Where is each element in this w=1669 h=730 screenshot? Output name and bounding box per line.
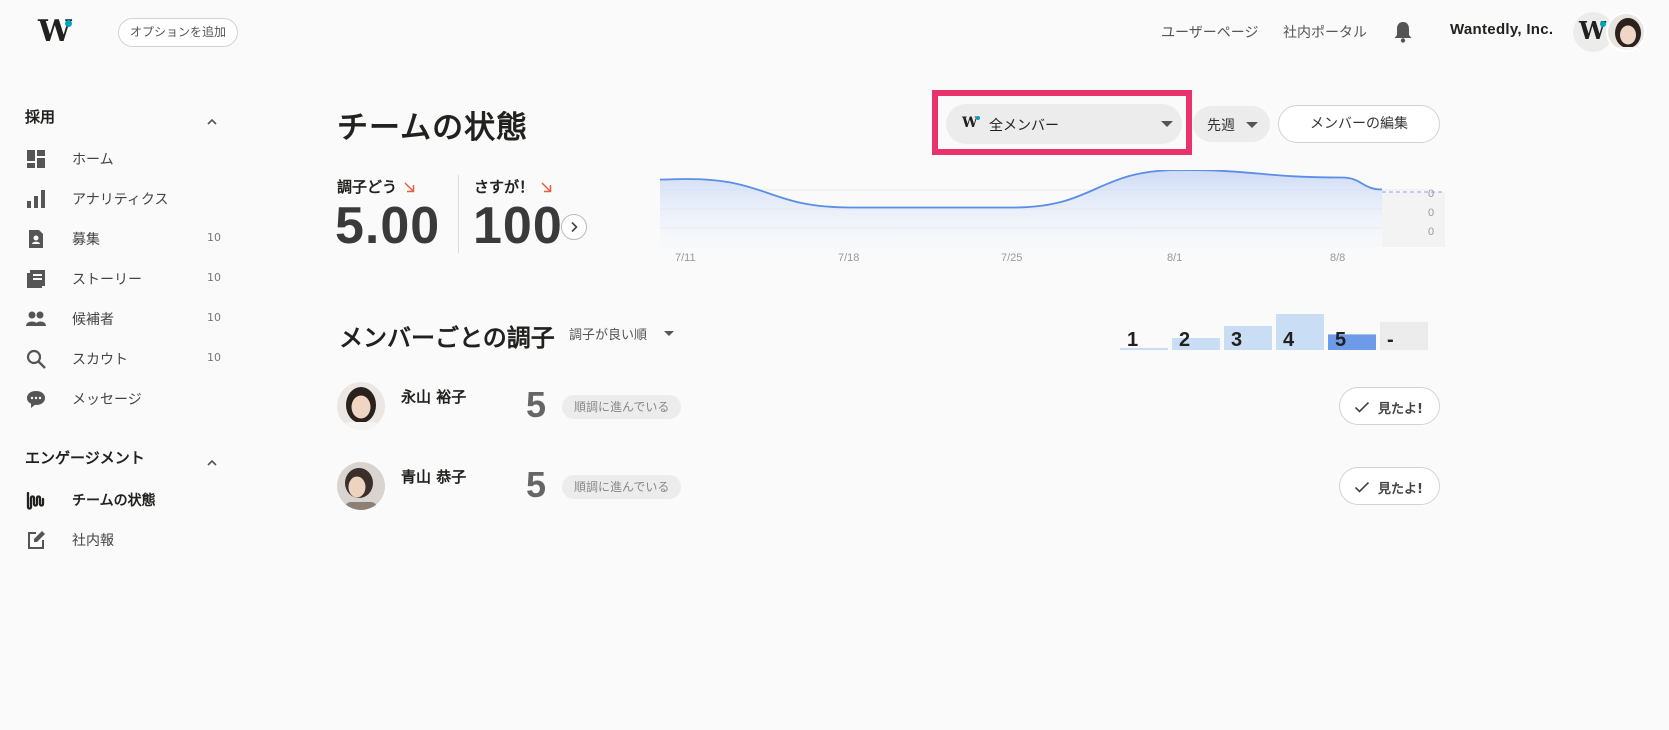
distribution-label: 5: [1335, 329, 1346, 350]
sort-select[interactable]: 調子が良い順: [569, 324, 674, 344]
distribution-label: 2: [1179, 329, 1190, 350]
member-name: 永山 裕子: [401, 388, 467, 406]
divider: [458, 175, 459, 253]
bell-icon[interactable]: [1392, 20, 1414, 44]
distribution-label: -: [1387, 329, 1394, 350]
company-name[interactable]: Wantedly, Inc.: [1450, 21, 1553, 38]
sidebar-item-label: チームの状態: [72, 493, 156, 509]
caret-down-icon: [1246, 122, 1258, 128]
edit-icon: [25, 529, 47, 551]
story-icon: [25, 268, 47, 290]
sort-select-value: 調子が良い順: [569, 328, 648, 343]
check-icon: [1354, 479, 1370, 493]
x-tick-label: 7/11: [675, 252, 696, 264]
caret-down-icon: [1161, 121, 1173, 127]
distribution-label: 4: [1283, 329, 1295, 350]
edit-members-button[interactable]: メンバーの編集: [1278, 105, 1440, 143]
member-row[interactable]: 永山 裕子 5 順調に進んでいる 見たよ!: [337, 380, 1440, 432]
seen-button-label: 見たよ!: [1378, 482, 1423, 497]
people-icon: [25, 308, 47, 330]
user-page-link[interactable]: ユーザーページ: [1161, 22, 1258, 42]
brand-dot: [976, 116, 980, 120]
intranet-portal-link[interactable]: 社内ポータル: [1283, 22, 1367, 42]
sidebar-item-label: 募集: [72, 232, 100, 248]
y-tick-label: 0: [1428, 207, 1434, 219]
y-tick-label: 0: [1428, 188, 1434, 200]
dashboard-icon: [25, 148, 47, 170]
bar-chart-icon: [25, 188, 47, 210]
member-avatar: [337, 462, 385, 510]
sidebar-item-label: ホーム: [72, 152, 114, 168]
score-distribution-chart: 1 2 3 4 5 -: [1120, 314, 1428, 350]
x-tick-label: 8/8: [1330, 252, 1345, 264]
chevron-right-icon[interactable]: [561, 214, 587, 240]
sidebar-item-messages[interactable]: メッセージ: [0, 380, 230, 416]
week-select[interactable]: 先週: [1193, 106, 1270, 142]
chat-icon: [25, 388, 47, 410]
sidebar-item-label: スカウト: [72, 352, 128, 368]
status-badge: 順調に進んでいる: [562, 395, 682, 419]
sidebar-item-home[interactable]: ホーム: [0, 140, 230, 176]
sidebar-item-jobs[interactable]: 募集 10: [0, 220, 230, 256]
user-avatar[interactable]: [1606, 12, 1646, 52]
x-tick-label: 7/18: [838, 252, 859, 264]
stat-value-praise: 100: [473, 197, 563, 255]
member-score: 5: [526, 464, 547, 505]
stat-label-mood: 調子どう: [337, 178, 398, 196]
wantedly-logo[interactable]: W: [38, 17, 78, 47]
sidebar-item-candidates[interactable]: 候補者 10: [0, 300, 230, 336]
status-badge: 順調に進んでいる: [562, 475, 682, 499]
seen-button-label: 見たよ!: [1378, 402, 1423, 417]
week-select-value: 先週: [1207, 118, 1235, 134]
sidebar-item-label: 候補者: [72, 312, 114, 328]
x-tick-label: 8/1: [1167, 252, 1182, 264]
check-icon: [1354, 399, 1370, 413]
sidebar-item-label: 社内報: [72, 533, 114, 549]
sidebar-item-label: アナリティクス: [72, 192, 169, 208]
recruit-icon: [25, 228, 47, 250]
member-avatar: [337, 382, 385, 430]
count-badge: 10: [207, 231, 221, 244]
trend-chart: 7/11 7/18 7/25 8/1 8/8 0 0 0: [660, 170, 1445, 264]
sidebar-item-story[interactable]: ストーリー 10: [0, 260, 230, 296]
page-title: チームの状態: [337, 110, 529, 146]
member-select-value: 全メンバー: [989, 118, 1059, 134]
seen-button[interactable]: 見たよ!: [1339, 467, 1440, 505]
sidebar-item-label: メッセージ: [72, 392, 142, 408]
member-row[interactable]: 青山 恭子 5 順調に進んでいる 見たよ!: [337, 460, 1440, 512]
trend-area: [660, 170, 1382, 247]
chevron-up-icon[interactable]: [205, 112, 219, 125]
member-select[interactable]: W 全メンバー: [946, 104, 1182, 144]
member-score: 5: [526, 384, 547, 425]
x-tick-label: 7/25: [1001, 252, 1022, 264]
stat-label-praise: さすが！: [474, 178, 535, 196]
count-badge: 10: [207, 311, 221, 324]
sidebar-item-newsletter[interactable]: 社内報: [0, 521, 230, 557]
sidebar-item-team-status[interactable]: チームの状態: [0, 481, 230, 517]
sidebar-item-label: ストーリー: [72, 272, 142, 288]
sidebar-item-analytics[interactable]: アナリティクス: [0, 180, 230, 216]
search-icon: [25, 348, 47, 370]
wantedly-small-icon: W: [962, 115, 978, 131]
count-badge: 10: [207, 351, 221, 364]
count-badge: 10: [207, 271, 221, 284]
section-title-member-mood: メンバーごとの調子: [339, 324, 555, 352]
trend-down-icon: [541, 178, 552, 193]
trend-down-icon: [404, 178, 415, 193]
section-title-engagement: エンゲージメント: [25, 449, 145, 467]
seen-button[interactable]: 見たよ!: [1339, 387, 1440, 425]
y-tick-label: 0: [1428, 226, 1434, 238]
sidebar-item-scout[interactable]: スカウト 10: [0, 340, 230, 376]
caret-down-icon: [664, 331, 674, 336]
top-header: W オプションを追加 ユーザーページ 社内ポータル Wantedly, Inc.…: [0, 0, 1669, 64]
add-option-button[interactable]: オプションを追加: [118, 18, 239, 47]
distribution-label: 1: [1127, 329, 1138, 350]
pulse-icon: [25, 489, 47, 511]
distribution-label: 3: [1231, 329, 1242, 350]
chevron-up-icon[interactable]: [205, 453, 219, 466]
stat-value-mood: 5.00: [335, 197, 441, 255]
section-title-recruiting: 採用: [25, 108, 56, 126]
member-name: 青山 恭子: [401, 468, 467, 486]
